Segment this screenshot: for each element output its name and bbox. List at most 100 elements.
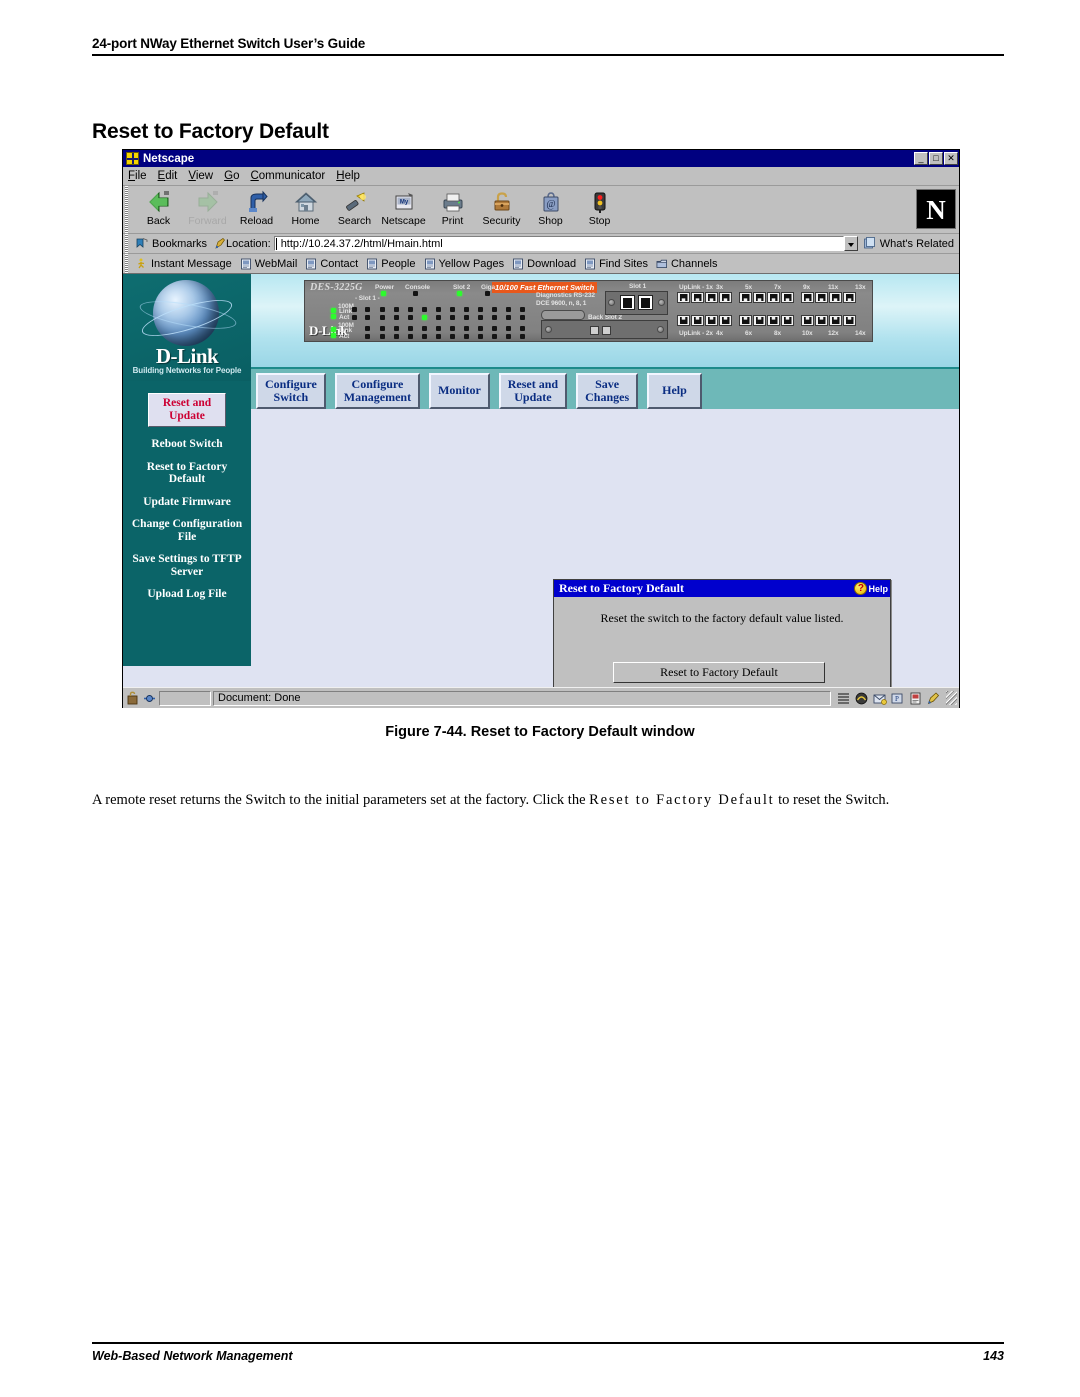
- toolbar-shop-button[interactable]: @ Shop: [526, 188, 575, 227]
- switch-front-panel-image: DES-3225G D-Link 10/100 Fast Ethernet Sw…: [304, 280, 873, 342]
- toolbar-home-label: Home: [291, 215, 320, 227]
- whats-related-icon: [863, 237, 875, 249]
- sidebar-item-change-configuration-file[interactable]: Change Configuration File: [123, 518, 251, 543]
- port-label-14x: 14x: [855, 330, 866, 337]
- online-status-icon[interactable]: [142, 691, 157, 706]
- toolbar-print-button[interactable]: Print: [428, 188, 477, 227]
- menu-view[interactable]: View: [188, 170, 213, 182]
- personal-item-channels[interactable]: Channels: [654, 258, 723, 270]
- nav-button-monitor[interactable]: Monitor: [429, 373, 490, 409]
- component-bar: P: [833, 691, 944, 706]
- port-label-5x: 5x: [745, 284, 753, 291]
- rj45-port: [638, 295, 653, 310]
- device-slot1-group-label: - Slot 1 -: [355, 295, 380, 302]
- toolbar-security-button[interactable]: Security: [477, 188, 526, 227]
- toolbar-stop-button[interactable]: Stop: [575, 188, 624, 227]
- port-led: [450, 307, 455, 312]
- maximize-button[interactable]: □: [929, 152, 943, 165]
- port-led: [408, 307, 413, 312]
- personal-item-instant-message[interactable]: Instant Message: [134, 258, 238, 270]
- browser-status-bar: Document: Done P: [123, 687, 959, 708]
- port-led: [450, 326, 455, 331]
- address-book-icon[interactable]: [908, 691, 923, 706]
- netscape-brand-badge[interactable]: N: [916, 189, 956, 229]
- menu-file[interactable]: File: [128, 170, 147, 182]
- close-button[interactable]: ✕: [944, 152, 958, 165]
- newsgroup-icon[interactable]: P: [890, 691, 905, 706]
- port-led: [436, 326, 441, 331]
- location-dropdown-arrow[interactable]: [843, 236, 858, 251]
- menu-go[interactable]: Go: [224, 170, 239, 182]
- device-linkact-label-top: Link Act: [339, 308, 352, 321]
- toolbar-home-button[interactable]: Home: [281, 188, 330, 227]
- sidebar-item-upload-log-file[interactable]: Upload Log File: [123, 588, 251, 601]
- port-led: [478, 307, 483, 312]
- toolbar-reload-button[interactable]: Reload: [232, 188, 281, 227]
- page-icon: [513, 258, 524, 269]
- personal-item-yellow-pages[interactable]: Yellow Pages: [422, 258, 511, 270]
- channels-icon[interactable]: [836, 691, 851, 706]
- location-bar: Bookmarks Location: http://10.24.37.2/ht…: [123, 234, 959, 254]
- whats-related-button[interactable]: What's Related: [858, 237, 959, 250]
- nav-button-save-changes[interactable]: Save Changes: [576, 373, 639, 409]
- port-led: [506, 334, 511, 339]
- sidebar-item-update-firmware[interactable]: Update Firmware: [123, 496, 251, 509]
- port-led: [464, 307, 469, 312]
- port-led: [436, 307, 441, 312]
- minimize-button[interactable]: _: [914, 152, 928, 165]
- menu-edit[interactable]: Edit: [158, 170, 178, 182]
- toolbar-grip[interactable]: [123, 186, 131, 233]
- toolbar-back-button[interactable]: Back: [134, 188, 183, 227]
- reset-to-factory-default-button[interactable]: Reset to Factory Default: [613, 662, 825, 683]
- rj45-port: [691, 292, 704, 303]
- rj45-port: [677, 292, 690, 303]
- personal-toolbar-grip[interactable]: [123, 254, 131, 273]
- location-url-text: http://10.24.37.2/html/Hmain.html: [275, 237, 443, 250]
- menu-communicator[interactable]: Communicator: [250, 170, 325, 182]
- body-text-emphasis: Reset to Factory Default: [589, 791, 775, 808]
- my-netscape-icon: My: [392, 190, 416, 214]
- resize-grip[interactable]: [946, 691, 957, 705]
- nav-button-configure-switch[interactable]: Configure Switch: [256, 373, 326, 409]
- window-title: Netscape: [143, 152, 195, 165]
- body-paragraph: A remote reset returns the Switch to the…: [92, 790, 992, 811]
- device-diagnostics-label: Diagnostics RS-232: [536, 292, 595, 299]
- personal-item-find-sites[interactable]: Find Sites: [582, 258, 654, 270]
- page-icon: [240, 258, 251, 269]
- personal-item-people[interactable]: People: [364, 258, 421, 270]
- port-led: [408, 326, 413, 331]
- toolbar-forward-button[interactable]: Forward: [183, 188, 232, 227]
- personal-item-download[interactable]: Download: [510, 258, 582, 270]
- sidebar-item-reset-to-factory-default[interactable]: Reset to Factory Default: [123, 461, 251, 486]
- nav-button-reset-and-update[interactable]: Reset and Update: [498, 373, 568, 409]
- rj45-port: [801, 292, 814, 303]
- bookmarks-label: Bookmarks: [152, 237, 208, 250]
- menu-help[interactable]: Help: [336, 170, 360, 182]
- security-padlock-icon[interactable]: [125, 691, 140, 706]
- dialog-help-button[interactable]: ? Help: [854, 582, 888, 595]
- nav-button-help[interactable]: Help: [647, 373, 702, 409]
- location-input[interactable]: http://10.24.37.2/html/Hmain.html: [273, 236, 844, 251]
- device-power-label: Power: [375, 284, 395, 291]
- sidebar-item-save-settings-to-tftp-server[interactable]: Save Settings to TFTP Server: [123, 553, 251, 578]
- netscape-ship-icon: [126, 152, 139, 165]
- port-label-8x: 8x: [774, 330, 782, 337]
- composer-icon[interactable]: [926, 691, 941, 706]
- nav-button-configure-management[interactable]: Configure Management: [334, 373, 421, 409]
- navigator-icon[interactable]: [854, 691, 869, 706]
- port-led: [352, 315, 357, 320]
- port-led: [520, 334, 525, 339]
- toolbar-search-button[interactable]: Search: [330, 188, 379, 227]
- port-led: [408, 315, 413, 320]
- port-led: [506, 307, 511, 312]
- personal-item-contact[interactable]: Contact: [303, 258, 364, 270]
- bookmarks-button[interactable]: Bookmarks: [131, 237, 214, 250]
- port-led: [380, 315, 385, 320]
- toolbar-netscape-button[interactable]: My Netscape: [379, 188, 428, 227]
- mail-icon[interactable]: [872, 691, 887, 706]
- search-flashlight-icon: [343, 190, 367, 214]
- dialog-message: Reset the switch to the factory default …: [600, 611, 844, 625]
- sidebar-item-reboot-switch[interactable]: Reboot Switch: [123, 438, 251, 451]
- location-bar-grip[interactable]: [123, 234, 131, 253]
- personal-item-webmail[interactable]: WebMail: [238, 258, 304, 270]
